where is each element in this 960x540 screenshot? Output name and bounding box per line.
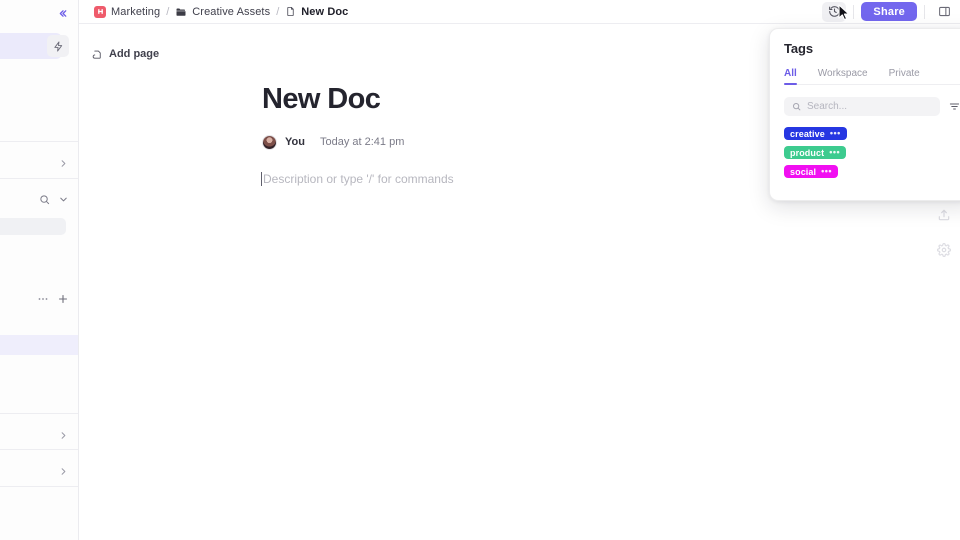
breadcrumb-label-current: New Doc (301, 5, 349, 18)
tab-private[interactable]: Private (889, 68, 920, 84)
upload-share-icon[interactable] (937, 208, 951, 222)
tag-chip-creative[interactable]: creative ••• (784, 127, 847, 140)
tags-search-row (784, 97, 960, 116)
left-sidebar (0, 0, 79, 540)
tab-all[interactable]: All (784, 68, 797, 85)
doc-icon (285, 6, 296, 17)
ellipsis-icon[interactable] (37, 293, 49, 305)
avatar[interactable] (262, 134, 277, 150)
chevron-right-icon (58, 430, 69, 441)
page-add-icon (92, 49, 103, 60)
double-chevron-left-icon (56, 7, 69, 20)
folder-icon (175, 6, 187, 18)
tags-search-box[interactable] (784, 97, 940, 116)
sidebar-item-selected[interactable] (0, 335, 78, 355)
description-input[interactable]: Description or type '/' for commands (261, 171, 702, 186)
tags-panel-title: Tags (784, 41, 813, 56)
sidebar-divider (0, 141, 78, 142)
breadcrumb-label: Marketing (111, 5, 161, 18)
description-placeholder: Description or type '/' for commands (263, 171, 454, 186)
breadcrumb-separator: / (276, 5, 280, 18)
right-panel-toggle-icon (938, 5, 951, 18)
lightning-bolt-icon (47, 35, 69, 57)
share-button[interactable]: Share (861, 2, 917, 21)
app-root: Marketing / Creative Assets / New Doc Sh… (0, 0, 960, 540)
toolbar-divider (853, 4, 855, 19)
search-icon[interactable] (39, 194, 50, 205)
tag-menu-icon[interactable]: ••• (821, 167, 832, 176)
history-clock-icon (828, 5, 841, 18)
page-title[interactable]: New Doc (262, 83, 702, 116)
tags-panel: Tags All Workspace Private creative (769, 28, 960, 201)
top-bar-actions: Share (822, 1, 960, 22)
workspace-square-icon (94, 5, 106, 18)
sidebar-section-expand-1[interactable] (0, 152, 78, 174)
tag-menu-icon[interactable]: ••• (830, 129, 841, 138)
sidebar-quick-action-button[interactable] (0, 33, 78, 59)
chevron-right-icon (58, 158, 69, 169)
document-meta: You Today at 2:41 pm (262, 134, 702, 150)
sidebar-divider (0, 178, 78, 179)
breadcrumb-separator: / (166, 5, 170, 18)
text-caret (261, 171, 262, 186)
history-button[interactable] (822, 1, 847, 22)
filter-icon[interactable] (949, 101, 960, 112)
panel-toggle-button[interactable] (932, 2, 956, 22)
tag-menu-icon[interactable]: ••• (829, 148, 840, 157)
document-body: New Doc You Today at 2:41 pm Description… (261, 83, 702, 186)
breadcrumb-label: Creative Assets (192, 5, 271, 18)
sidebar-divider (0, 413, 78, 414)
sidebar-section-actions[interactable] (0, 289, 78, 309)
breadcrumb: Marketing / Creative Assets / New Doc (79, 5, 822, 18)
chevron-right-icon (58, 466, 69, 477)
breadcrumb-item-creative-assets[interactable]: Creative Assets (175, 6, 270, 18)
sidebar-divider (0, 486, 78, 487)
search-input[interactable] (807, 101, 932, 112)
tag-label: product (790, 147, 825, 158)
sidebar-item-placeholder[interactable] (0, 218, 66, 235)
sidebar-section-expand-3[interactable] (0, 460, 78, 482)
tag-chip-product[interactable]: product ••• (784, 146, 847, 159)
sidebar-collapse-button[interactable] (0, 3, 78, 23)
tag-label: social (790, 166, 817, 177)
top-bar: Marketing / Creative Assets / New Doc Sh… (79, 0, 960, 24)
sidebar-section-expand-2[interactable] (0, 424, 78, 446)
tags-panel-tabs: All Workspace Private (784, 68, 960, 85)
breadcrumb-item-new-doc[interactable]: New Doc (285, 6, 348, 18)
toolbar-divider (924, 4, 925, 19)
chevron-down-icon[interactable] (58, 194, 69, 205)
add-page-label: Add page (109, 48, 160, 60)
tag-list: creative ••• product ••• social ••• (784, 127, 960, 178)
sidebar-divider (0, 449, 78, 450)
document-timestamp: Today at 2:41 pm (319, 136, 405, 149)
sidebar-search-row[interactable] (0, 188, 78, 210)
tag-label: creative (790, 128, 825, 139)
search-icon (792, 102, 801, 111)
plus-icon[interactable] (57, 293, 69, 305)
breadcrumb-item-marketing[interactable]: Marketing (94, 5, 161, 18)
tab-workspace[interactable]: Workspace (818, 68, 868, 84)
author-name: You (285, 136, 305, 149)
tag-chip-social[interactable]: social ••• (784, 165, 839, 178)
gear-icon[interactable] (936, 243, 951, 257)
